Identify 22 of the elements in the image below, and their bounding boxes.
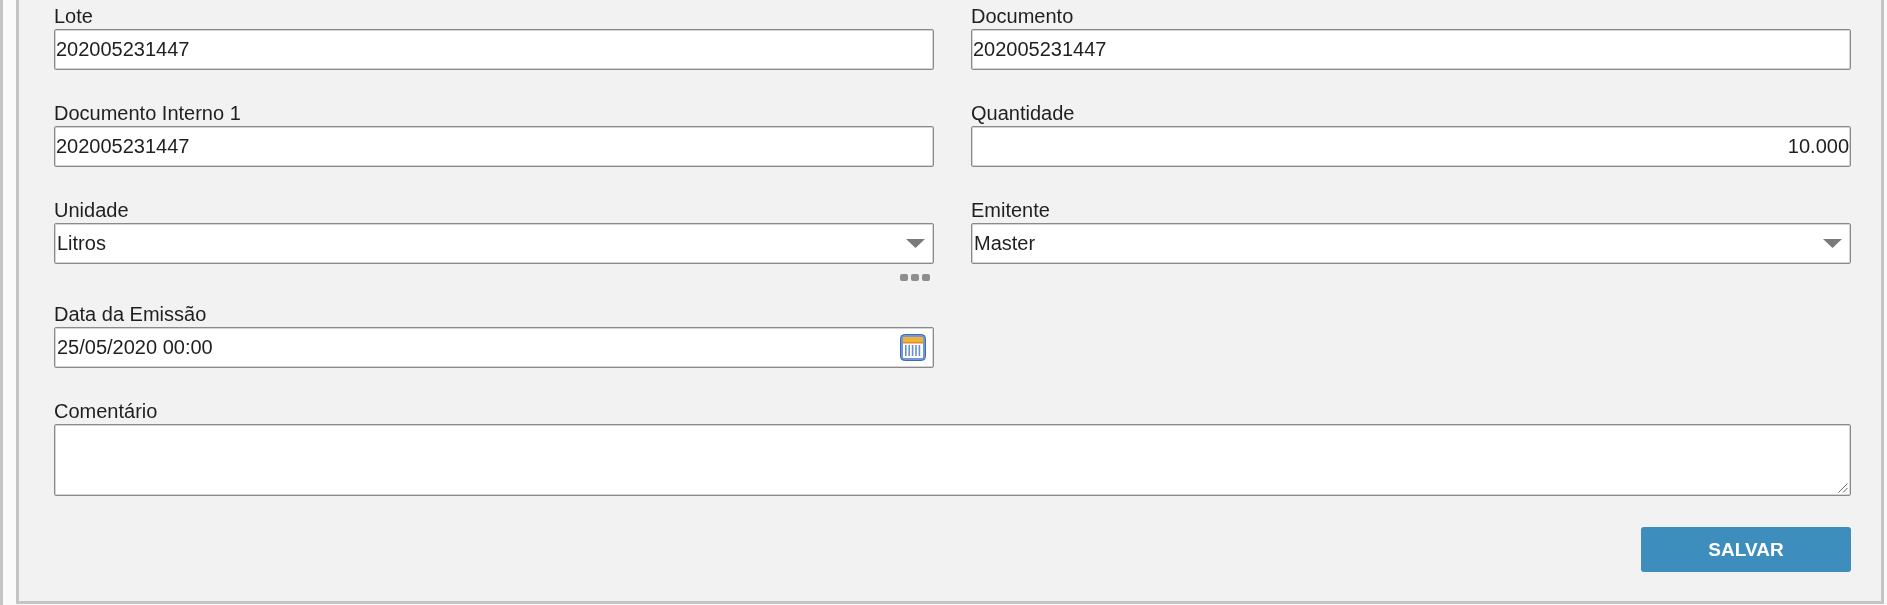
dropdown[interactable]: Litros	[54, 223, 934, 264]
caret-icon	[1823, 239, 1842, 248]
field-label: Comentário	[54, 400, 158, 423]
calendar-icon[interactable]	[900, 334, 926, 361]
input-field[interactable]: 10.000	[971, 126, 1851, 167]
input-field[interactable]: 202005231447	[54, 126, 934, 167]
textarea-field[interactable]	[54, 424, 1851, 496]
field-label: Documento Interno 1	[54, 102, 241, 125]
resize-grip-icon[interactable]	[1838, 483, 1848, 493]
ellipsis-icon[interactable]	[900, 274, 930, 281]
field-label: Data da Emissão	[54, 303, 207, 326]
field-label: Lote	[54, 5, 93, 28]
field-label: Quantidade	[971, 102, 1075, 125]
input-field[interactable]: 202005231447	[971, 29, 1851, 70]
input-field[interactable]: 202005231447	[54, 29, 934, 70]
field-label: Emitente	[971, 199, 1050, 222]
dropdown[interactable]: Master	[971, 223, 1851, 264]
caret-icon	[906, 239, 925, 248]
date-field[interactable]: 25/05/2020 00:00	[54, 327, 934, 368]
field-label: Unidade	[54, 199, 129, 222]
field-label: Documento	[971, 5, 1074, 28]
save-button[interactable]: SALVAR	[1641, 527, 1851, 572]
